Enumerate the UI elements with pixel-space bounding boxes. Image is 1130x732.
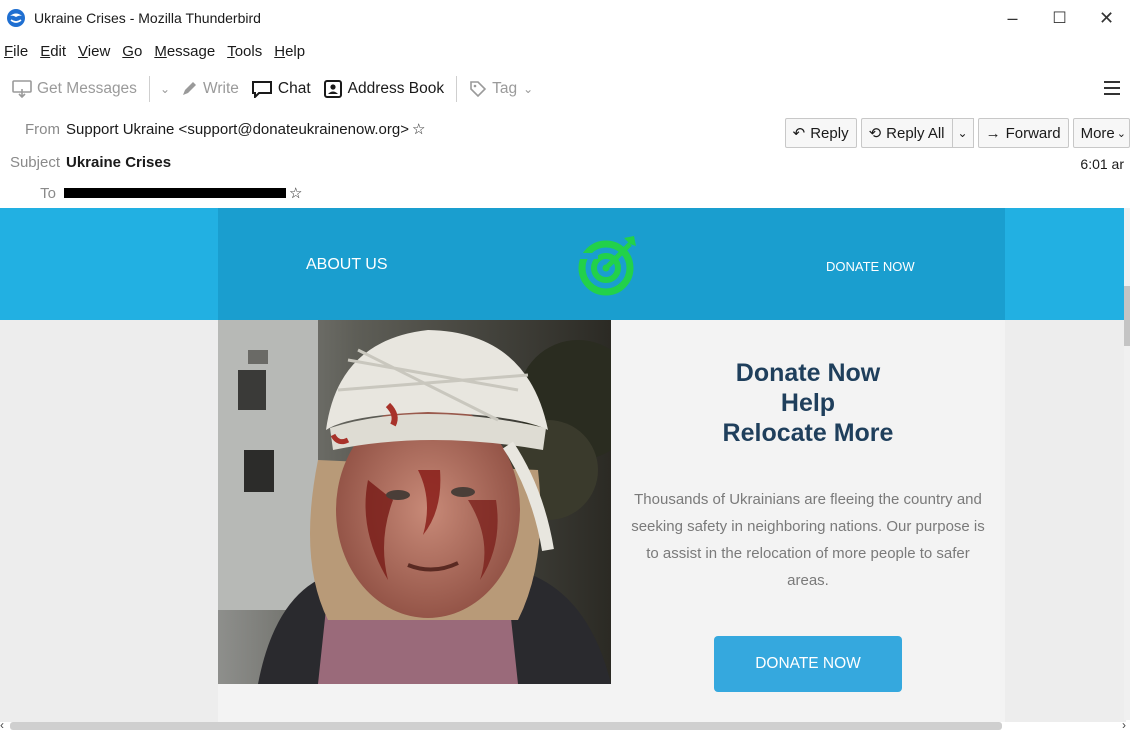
from-label: From <box>25 120 60 138</box>
address-book-button[interactable]: Address Book <box>317 74 451 104</box>
horizontal-scrollbar[interactable] <box>10 722 1002 730</box>
menu-view[interactable]: View <box>78 43 110 60</box>
chat-label: Chat <box>277 80 311 97</box>
get-messages-dropdown-icon[interactable]: ⌄ <box>156 82 174 96</box>
to-label: To <box>40 184 56 202</box>
headline: Donate Now Help Relocate More <box>611 358 1005 448</box>
tag-dropdown-icon: ⌄ <box>523 82 534 96</box>
app-menu-icon[interactable] <box>1100 76 1124 100</box>
menu-bar: File Edit View Go Message Tools Help <box>0 38 317 64</box>
reply-all-icon: ⟲ <box>868 125 882 142</box>
vertical-scrollbar-thumb[interactable] <box>1124 286 1130 346</box>
email-content: Donate Now Help Relocate More Thousands … <box>218 320 1005 722</box>
subject-label: Subject <box>9 154 60 171</box>
menu-help[interactable]: Help <box>274 43 305 60</box>
star-icon[interactable]: ☆ <box>412 120 425 138</box>
more-label: More <box>1080 124 1115 142</box>
toolbar-separator <box>148 76 150 102</box>
reply-icon: ↶ <box>792 125 806 142</box>
menu-message[interactable]: Message <box>154 43 215 60</box>
scroll-left-icon[interactable]: ‹ <box>0 718 4 732</box>
star-icon[interactable]: ☆ <box>289 184 302 202</box>
headline-line-1: Donate Now <box>735 359 881 387</box>
more-dropdown-icon: ⌄ <box>1116 127 1126 140</box>
subject-value: Ukraine Crises <box>66 154 172 171</box>
redacted-recipient <box>64 188 286 198</box>
more-button[interactable]: More ⌄ <box>1072 118 1130 148</box>
to-row: To ☆ <box>0 184 302 203</box>
reply-all-button[interactable]: ⟲ Reply All <box>860 118 952 148</box>
promo-column: Donate Now Help Relocate More Thousands … <box>611 320 1005 722</box>
forward-icon: → <box>985 124 1001 142</box>
message-body: ABOUT US DONATE NOW Donate Now Help Relo… <box>0 208 1126 722</box>
menu-go[interactable]: Go <box>122 43 142 60</box>
address-book-label: Address Book <box>347 80 445 97</box>
body-paragraph: Thousands of Ukrainians are fleeing the … <box>631 491 985 589</box>
scroll-right-icon[interactable]: › <box>1122 718 1126 732</box>
main-toolbar: Get Messages ⌄ Write Chat Address Book T… <box>0 70 1130 108</box>
headline-line-3: Relocate More <box>722 419 894 447</box>
message-date: 6:01 ar <box>1080 156 1124 172</box>
chat-button[interactable]: Chat <box>245 74 317 104</box>
menu-edit[interactable]: Edit <box>40 43 66 60</box>
get-messages-button[interactable]: Get Messages <box>6 74 143 104</box>
window-controls: – ☐ ✕ <box>989 0 1130 36</box>
headline-line-2: Help <box>780 389 836 417</box>
chat-icon <box>251 81 272 98</box>
write-label: Write <box>203 80 239 97</box>
message-actions: ↶ Reply ⟲ Reply All ⌄ → Forward More ⌄ <box>781 118 1130 148</box>
window-title: Ukraine Crises - Mozilla Thunderbird <box>34 10 261 26</box>
reply-button[interactable]: ↶ Reply <box>784 118 857 148</box>
about-us-link[interactable]: ABOUT US <box>306 256 388 274</box>
thunderbird-app-icon <box>7 9 25 27</box>
subject-row: Subject Ukraine Crises <box>0 154 171 171</box>
download-icon <box>12 80 32 98</box>
minimize-button[interactable]: – <box>989 0 1036 36</box>
tag-button[interactable]: Tag ⌄ <box>463 74 539 104</box>
menu-tools[interactable]: Tools <box>227 43 262 60</box>
close-button[interactable]: ✕ <box>1083 0 1130 36</box>
from-row: From Support Ukraine <support@donateukra… <box>0 120 425 139</box>
forward-label: Forward <box>1005 124 1061 142</box>
reply-all-dropdown-icon[interactable]: ⌄ <box>951 118 974 148</box>
reply-all-label: Reply All <box>886 124 945 142</box>
donate-now-link[interactable]: DONATE NOW <box>826 259 915 274</box>
address-book-icon <box>323 80 342 98</box>
email-header-banner: ABOUT US DONATE NOW <box>218 208 1005 320</box>
pencil-icon <box>183 82 196 95</box>
target-logo-icon <box>578 236 636 296</box>
forward-button[interactable]: → Forward <box>977 118 1069 148</box>
injured-woman-photo <box>218 320 611 684</box>
tag-label: Tag <box>492 80 518 97</box>
photo-illustration <box>218 320 611 684</box>
menu-file[interactable]: File <box>4 43 28 60</box>
reply-label: Reply <box>810 124 849 142</box>
tag-icon <box>470 81 487 98</box>
vertical-scrollbar[interactable] <box>1124 208 1130 720</box>
maximize-button[interactable]: ☐ <box>1036 0 1083 36</box>
message-header: From Support Ukraine <support@donateukra… <box>0 112 1130 208</box>
donate-now-button[interactable]: DONATE NOW <box>714 636 902 692</box>
get-messages-label: Get Messages <box>37 80 137 97</box>
from-address[interactable]: Support Ukraine <support@donateukraineno… <box>66 121 409 138</box>
title-bar: Ukraine Crises - Mozilla Thunderbird – ☐… <box>0 0 1130 36</box>
write-button[interactable]: Write <box>174 74 245 104</box>
toolbar-separator <box>456 76 458 102</box>
